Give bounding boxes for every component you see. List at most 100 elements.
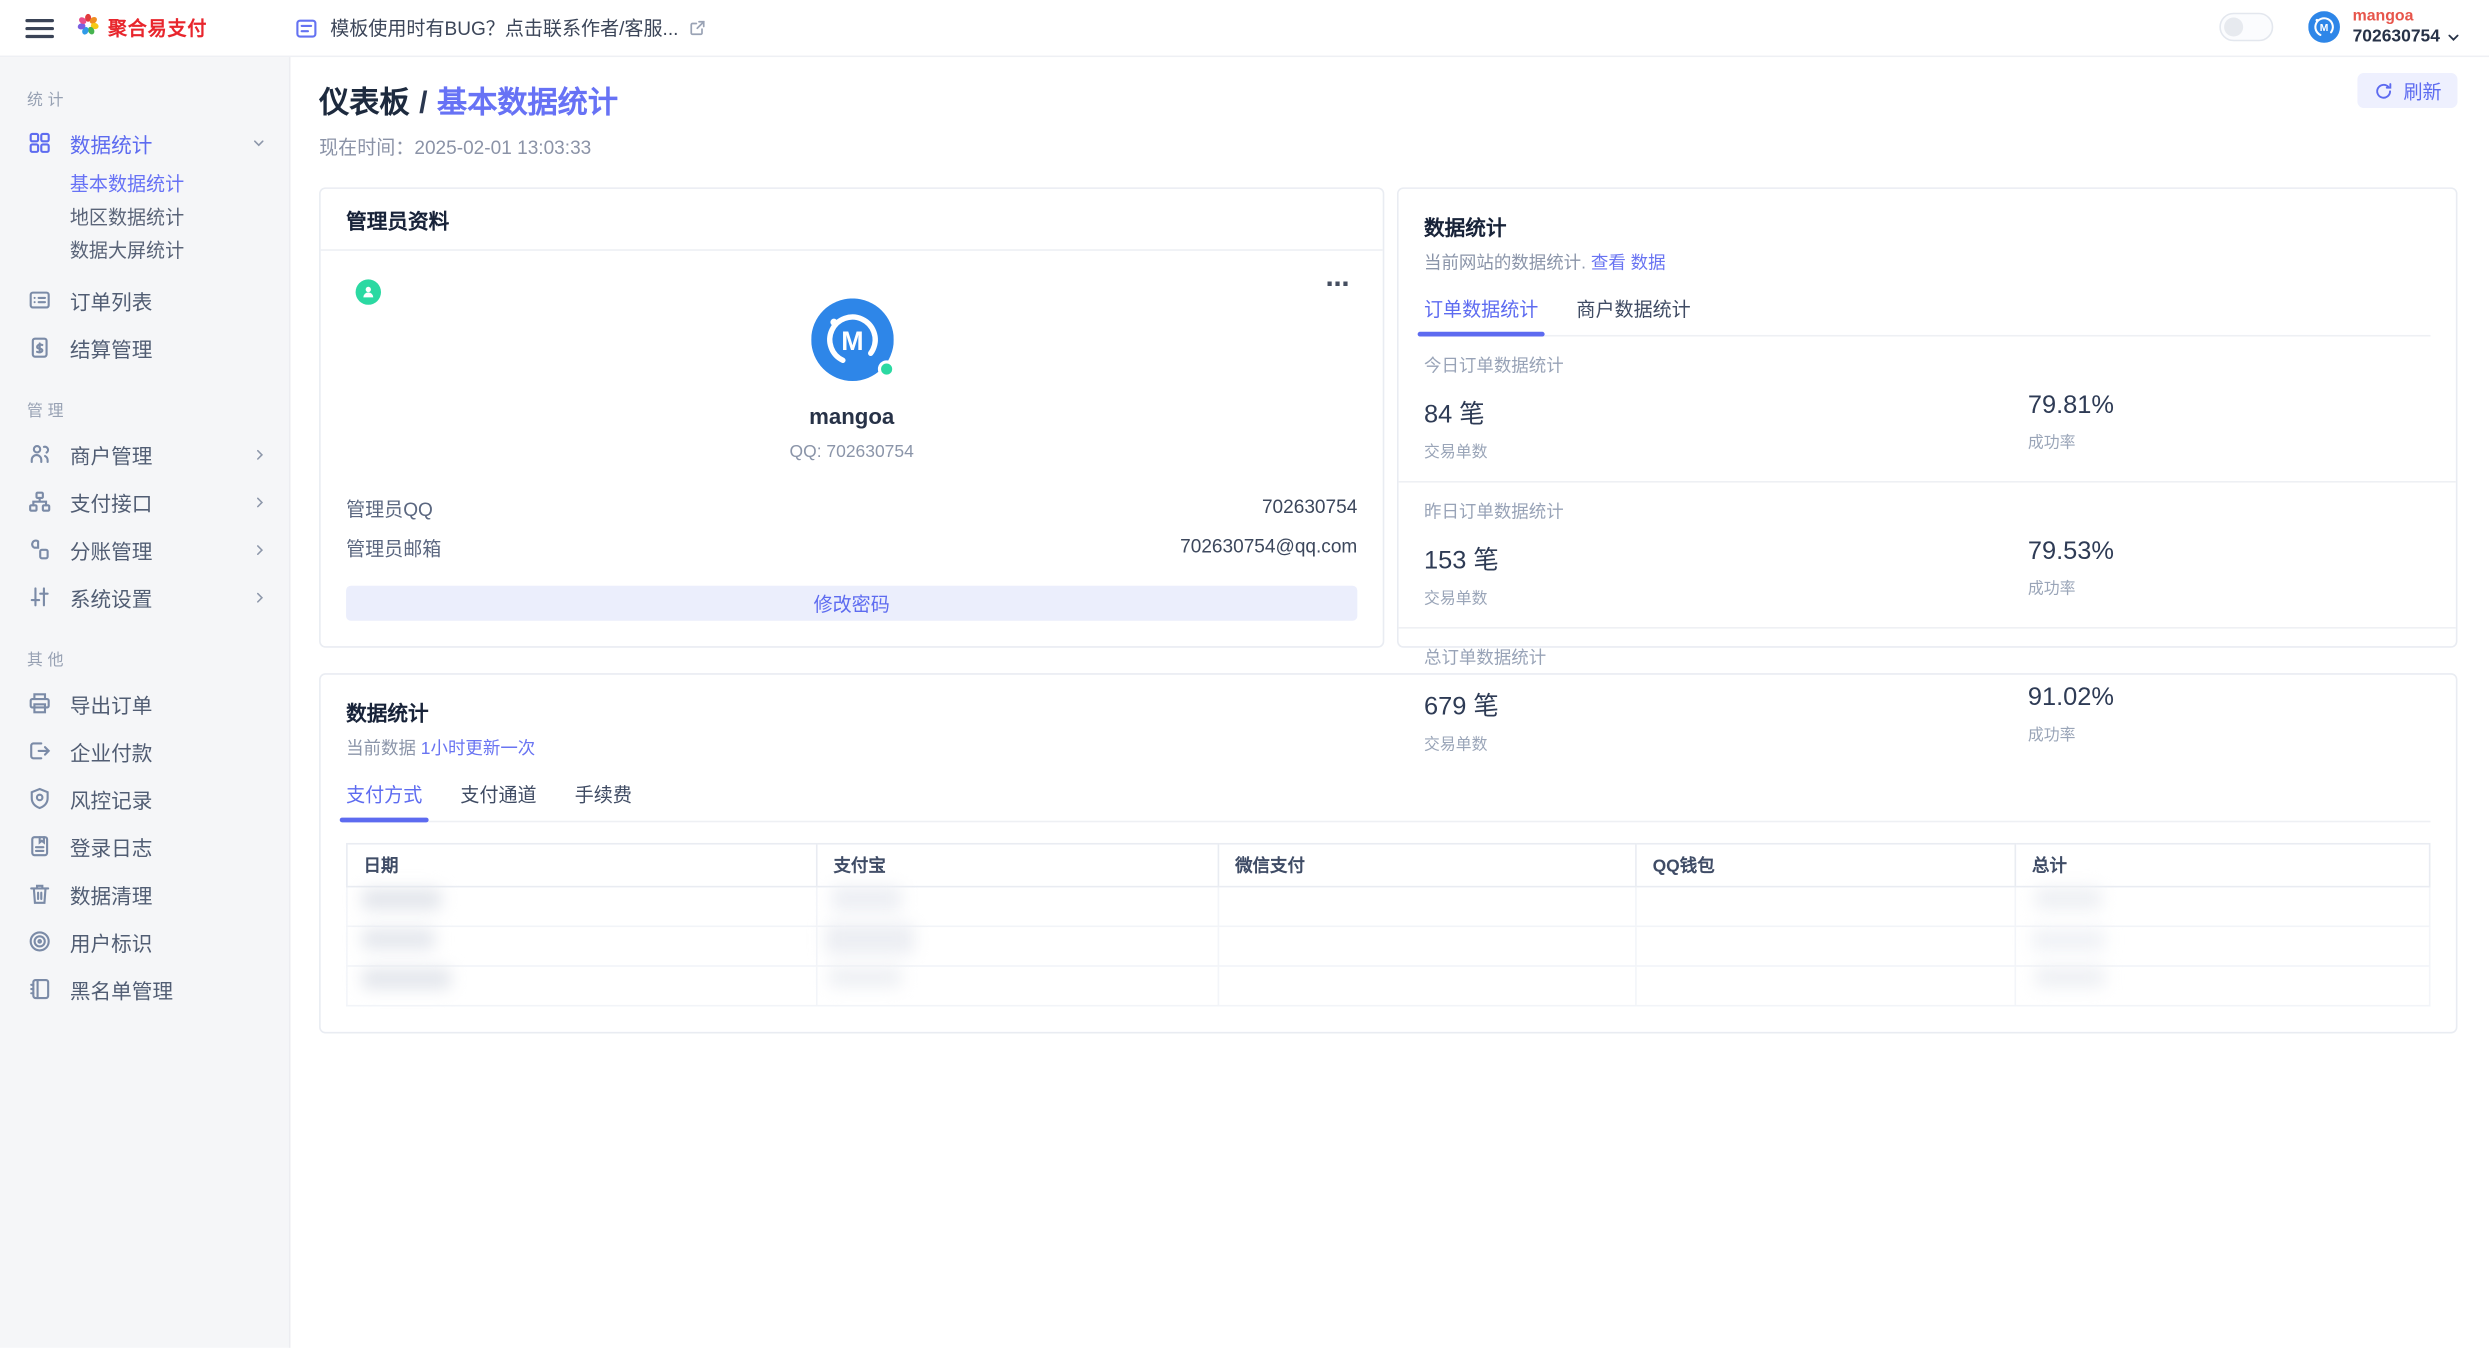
users-icon: [27, 441, 52, 466]
view-data-link[interactable]: 查看 数据: [1591, 254, 1666, 273]
sidebar-section-label: 管理: [26, 403, 69, 421]
svg-text:M: M: [2320, 24, 2329, 35]
tab-fees[interactable]: 手续费: [575, 781, 632, 821]
sidebar-item-label: 登录日志: [69, 835, 153, 860]
field-value: 702630754: [1261, 495, 1358, 518]
sidebar-item-label: 用户标识: [69, 931, 153, 955]
sidebar-subitem-basic-stats[interactable]: 基本数据统计: [0, 167, 289, 200]
payment-table: 日期 支付宝 微信支付 QQ钱包 总计: [346, 842, 2431, 1007]
table-row: [346, 926, 2431, 967]
breadcrumb-root: 仪表板: [319, 87, 410, 121]
field-label: 管理员QQ: [346, 498, 433, 521]
theme-toggle[interactable]: [2219, 13, 2274, 43]
topbar-left: 聚合易支付: [0, 10, 291, 45]
more-menu-icon[interactable]: ⋯: [1326, 270, 1351, 298]
menu-toggle-icon[interactable]: [25, 18, 54, 38]
redacted-cell: [2035, 887, 2102, 910]
sidebar-item-system-settings[interactable]: 系统设置: [0, 573, 289, 621]
redacted-cell: [361, 968, 451, 990]
total-success-rate: 91.02%: [2027, 684, 2115, 712]
sidebar-item-corporate-payment[interactable]: 企业付款: [0, 727, 289, 775]
online-status-dot: [877, 360, 895, 378]
sidebar-item-data-cleanup[interactable]: 数据清理: [0, 870, 289, 918]
sidebar-item-export-orders[interactable]: 导出订单: [0, 679, 289, 727]
sidebar-item-merchants[interactable]: 商户管理: [0, 430, 289, 478]
chevron-right-icon: [252, 495, 266, 509]
shield-icon: [27, 786, 52, 811]
sidebar-item-label: 分账管理: [69, 538, 153, 563]
sidebar-item-label: 支付接口: [69, 491, 153, 516]
target-icon: [27, 929, 52, 954]
tab-pay-channel[interactable]: 支付通道: [460, 781, 536, 821]
tab-merchant-stats[interactable]: 商户数据统计: [1576, 295, 1690, 335]
col-date: 日期: [346, 842, 818, 888]
sidebar-subitem-screen-stats[interactable]: 数据大屏统计: [0, 233, 289, 266]
grid-icon: [27, 130, 52, 155]
sidebar-item-label: 商户管理: [69, 443, 153, 468]
col-qq-wallet: QQ钱包: [1635, 842, 2017, 888]
breadcrumb-current[interactable]: 基本数据统计: [437, 87, 618, 120]
table-header-row: 日期 支付宝 微信支付 QQ钱包 总计: [346, 842, 2431, 888]
online-user-icon: [355, 279, 381, 305]
stat-section-total: 总订单数据统计 679 笔 交易单数 91.02% 成功率: [1398, 627, 2456, 773]
sidebar-item-pay-interface[interactable]: 支付接口: [0, 478, 289, 526]
app-logo[interactable]: 聚合易支付: [75, 10, 208, 45]
bug-notice-link[interactable]: 模板使用时有BUG？点击联系作者/客服...: [294, 14, 720, 41]
table-row: [346, 965, 2431, 1007]
redacted-cell: [825, 923, 915, 955]
stat-section-today: 今日订单数据统计 84 笔 交易单数 79.81% 成功率: [1399, 337, 2456, 481]
sidebar-item-settlement[interactable]: 结算管理: [0, 324, 289, 372]
refresh-icon: [2376, 82, 2392, 98]
data-statistics-card: 数据统计 当前网站的数据统计. 查看 数据 订单数据统计 商户数据统计 今日订单…: [1397, 187, 2458, 754]
notebook-icon: [27, 833, 52, 858]
svg-text:M: M: [841, 326, 863, 356]
notice-form-icon: [296, 18, 317, 37]
sliders-icon: [27, 584, 52, 609]
sitemap-icon: [27, 489, 52, 514]
sidebar-item-label: 结算管理: [69, 337, 153, 362]
current-time: 现在时间：2025-02-01 13:03:33: [319, 136, 592, 159]
sidebar-item-blacklist[interactable]: 黑名单管理: [0, 965, 289, 1013]
redacted-cell: [2032, 928, 2106, 951]
total-order-count: 679 笔: [1423, 693, 1499, 721]
today-order-count: 84 笔: [1423, 401, 1485, 429]
trash-icon: [27, 881, 52, 906]
page-head: 仪表板 / 基本数据统计 现在时间：2025-02-01 13:03:33 刷新: [319, 57, 2458, 160]
export-arrow-icon: [27, 738, 52, 763]
sidebar-item-risk-records[interactable]: 风控记录: [0, 775, 289, 823]
sidebar-item-order-list[interactable]: 订单列表: [0, 276, 289, 324]
redacted-cell: [831, 885, 902, 912]
stats-tabs: 订单数据统计 商户数据统计: [1417, 295, 2431, 337]
tab-order-stats[interactable]: 订单数据统计: [1417, 295, 1545, 337]
profile-field-row: 管理员邮箱 702630754@qq.com: [346, 535, 1357, 562]
change-password-button[interactable]: 修改密码: [346, 585, 1358, 621]
col-wechat-pay: 微信支付: [1217, 842, 1637, 888]
tab-pay-method[interactable]: 支付方式: [339, 781, 429, 823]
yesterday-order-count: 153 笔: [1423, 547, 1499, 575]
user-menu[interactable]: mangoa 702630754: [2353, 9, 2461, 47]
stats-card-subtitle: 当前网站的数据统计. 查看 数据: [1423, 254, 1666, 274]
profile-field-row: 管理员QQ 702630754: [346, 495, 1357, 522]
sidebar-item-label: 黑名单管理: [69, 978, 174, 1003]
sidebar-item-user-identity[interactable]: 用户标识: [0, 918, 289, 966]
update-frequency-link[interactable]: 1小时更新一次: [421, 740, 535, 759]
topbar-avatar[interactable]: M: [2308, 11, 2340, 44]
profile-card-title: 管理员资料: [320, 189, 1383, 251]
yesterday-success-rate: 79.53%: [2027, 538, 2115, 566]
table-row: [346, 886, 2431, 928]
sidebar-subitem-region-stats[interactable]: 地区数据统计: [0, 200, 289, 233]
flower-logo-icon: [75, 10, 102, 45]
chevron-down-icon: [2448, 34, 2459, 41]
app-stage: 聚合易支付 模板使用时有BUG？点击联系作者/客服... M mangoa 70…: [0, 0, 2489, 1348]
sidebar-item-split-accounts[interactable]: 分账管理: [0, 525, 289, 573]
refresh-button[interactable]: 刷新: [2357, 73, 2458, 108]
sidebar: 统计 数据统计 基本数据统计 地区数据统计 数据大屏统计 订单列表 结算管理 管…: [0, 57, 291, 1348]
admin-qq-line: QQ: 702630754: [789, 442, 914, 462]
user-id: 702630754: [2352, 26, 2440, 46]
sidebar-item-label: 数据统计: [69, 132, 153, 157]
today-success-rate: 79.81%: [2027, 392, 2115, 420]
settlement-doc-icon: [27, 335, 52, 360]
sidebar-item-login-logs[interactable]: 登录日志: [0, 822, 289, 870]
sidebar-item-data-stats[interactable]: 数据统计: [0, 119, 289, 167]
stat-section-yesterday: 昨日订单数据统计 153 笔 交易单数 79.53% 成功率: [1398, 481, 2456, 627]
